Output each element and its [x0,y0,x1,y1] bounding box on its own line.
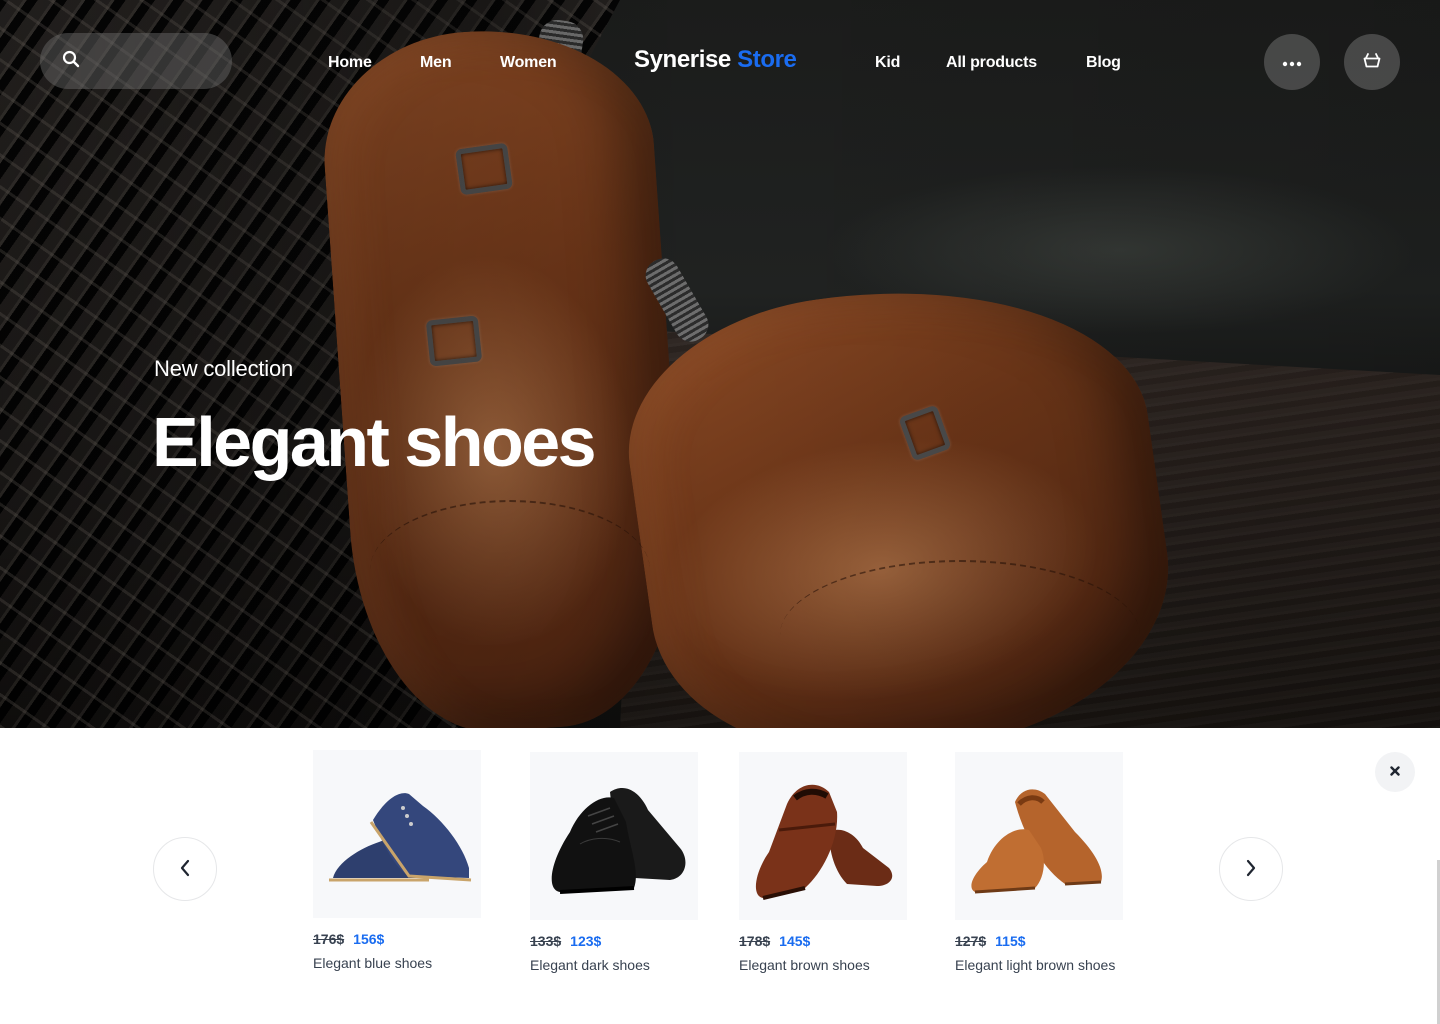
product-card[interactable]: 178$ 145$ Elegant brown shoes [739,750,929,974]
product-card[interactable]: 133$ 123$ Elegant dark shoes [530,750,720,974]
carousel-next-button[interactable] [1219,837,1283,901]
more-button[interactable] [1264,34,1320,90]
chevron-right-icon [1245,858,1257,881]
more-dots-icon [1282,55,1302,70]
product-image-blue-derby-shoes[interactable] [313,750,481,918]
search-input[interactable] [96,33,226,89]
nav-home[interactable]: Home [328,52,372,74]
hero-title: Elegant shoes [152,403,597,481]
price: 115$ [995,933,1026,949]
nav-women[interactable]: Women [500,52,557,74]
close-strip-button[interactable] [1375,752,1415,792]
old-price: 178$ [739,933,771,949]
carousel-prev-button[interactable] [153,837,217,901]
price: 156$ [353,931,385,947]
price: 145$ [779,933,811,949]
product-image-black-oxford-shoes[interactable] [530,752,698,920]
search-icon[interactable] [62,50,80,73]
cart-button[interactable] [1344,34,1400,90]
nav-blog[interactable]: Blog [1086,52,1121,74]
logo-primary: Synerise [634,46,731,73]
chevron-left-icon [179,858,191,881]
product-card[interactable]: 127$ 115$ Elegant light brown shoes [955,750,1145,974]
old-price: 176$ [313,931,345,947]
product-image-brown-loafers[interactable] [739,752,907,920]
close-icon [1390,763,1400,781]
product-name[interactable]: Elegant dark shoes [530,956,720,974]
store-logo[interactable]: Synerise Store [634,45,797,75]
product-name[interactable]: Elegant brown shoes [739,956,929,974]
price: 123$ [570,933,602,949]
hero-kicker: New collection [154,356,294,381]
product-image-light-brown-loafers[interactable] [955,752,1123,920]
search-box[interactable] [40,33,232,89]
logo-accent: Store [737,46,797,73]
old-price: 133$ [530,933,562,949]
basket-icon [1363,52,1381,72]
nav-all-products[interactable]: All products [946,52,1037,74]
nav-kid[interactable]: Kid [875,52,900,74]
product-card[interactable]: 176$ 156$ Elegant blue shoes [313,750,503,972]
nav-men[interactable]: Men [420,52,452,74]
old-price: 127$ [955,933,987,949]
product-name[interactable]: Elegant light brown shoes [955,956,1145,974]
product-name[interactable]: Elegant blue shoes [313,954,503,972]
